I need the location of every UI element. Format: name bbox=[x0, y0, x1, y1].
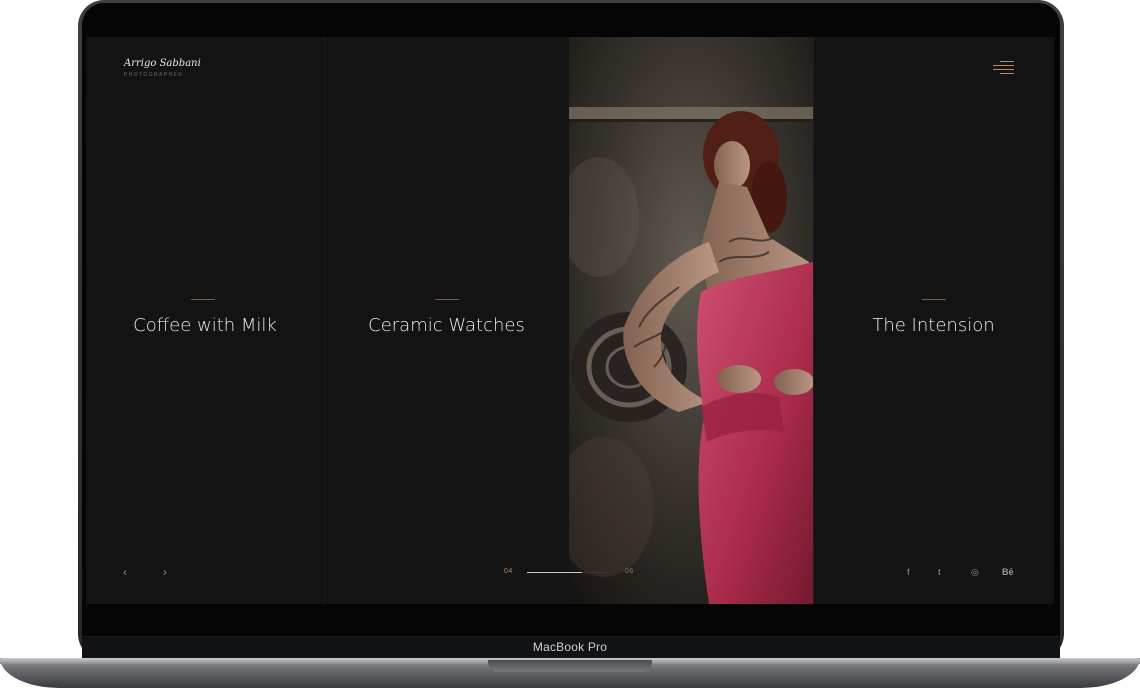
prev-arrow-icon[interactable]: ‹ bbox=[123, 565, 127, 579]
twitter-icon[interactable]: t bbox=[938, 565, 941, 579]
laptop-notch bbox=[488, 660, 652, 672]
hamburger-menu-icon[interactable] bbox=[993, 61, 1014, 75]
slide-title-coffee-with-milk[interactable]: Coffee with Milk bbox=[86, 315, 324, 336]
title-accent-line bbox=[922, 299, 946, 300]
macbook-mockup: MacBook Pro Arrigo Sabbani PHOTOGRAPHER … bbox=[0, 0, 1140, 694]
device-label: MacBook Pro bbox=[532, 640, 608, 654]
active-slide-photo[interactable] bbox=[569, 37, 813, 604]
pagination-total: 06 bbox=[625, 568, 634, 575]
site-logo[interactable]: Arrigo Sabbani PHOTOGRAPHER bbox=[124, 58, 201, 78]
title-accent-line bbox=[191, 299, 215, 300]
website-screen: Arrigo Sabbani PHOTOGRAPHER Coffee with … bbox=[86, 37, 1054, 604]
facebook-icon[interactable]: f bbox=[907, 565, 910, 579]
slider-progress-fill bbox=[527, 572, 582, 573]
woman-red-dress-photo bbox=[569, 37, 813, 604]
pagination-current: 04 bbox=[504, 568, 513, 575]
behance-icon[interactable]: Bē bbox=[1002, 565, 1014, 579]
title-accent-line bbox=[435, 299, 459, 300]
brand-name: Arrigo Sabbani bbox=[124, 58, 201, 69]
slide-title-the-intension[interactable]: The Intension bbox=[813, 315, 1054, 336]
slide-title-ceramic-watches[interactable]: Ceramic Watches bbox=[324, 315, 569, 336]
slider-progress-bar[interactable] bbox=[527, 572, 609, 573]
instagram-icon[interactable]: ◎ bbox=[971, 565, 979, 579]
next-arrow-icon[interactable]: › bbox=[163, 565, 167, 579]
brand-subtitle: PHOTOGRAPHER bbox=[124, 72, 184, 78]
